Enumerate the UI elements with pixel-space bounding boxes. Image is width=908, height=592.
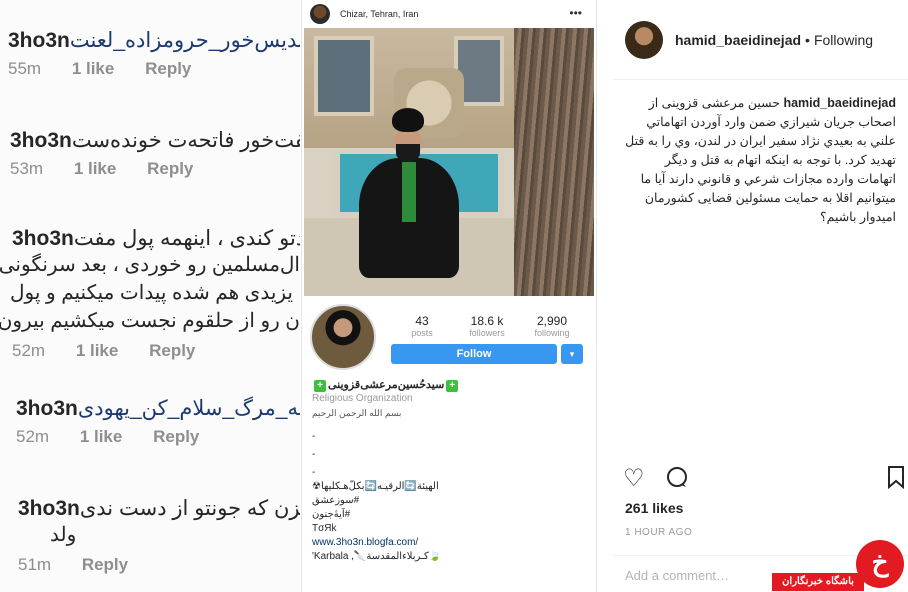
bio-link[interactable]: www.3ho3n.blogfa.com/	[312, 536, 586, 550]
bio-line: #آیهٔ‌جنون	[312, 509, 351, 520]
separator-dot: •	[805, 31, 810, 48]
bio-line: -	[312, 449, 316, 460]
profile-category: Religious Organization	[312, 393, 413, 404]
post-photo[interactable]	[304, 28, 594, 296]
post-sidebar: hamid_baeidinejad • Following hamid_baei…	[613, 0, 908, 592]
post-actions: ♡	[623, 465, 908, 495]
profile-header: 43 posts 18.6 k followers 2,990 followin…	[302, 296, 596, 376]
stat-posts[interactable]: 43 posts	[392, 314, 452, 338]
comment-item: #ندیس‌خور_حرومزاده_لعنت 3ho3n 55m 1 like…	[0, 28, 300, 79]
bio-line: TσЯk	[312, 523, 337, 534]
post-location-bar: Chizar, Tehran, Iran •••	[302, 0, 596, 28]
comment-time: 53m	[10, 159, 44, 178]
comment-item: دتو کندی ، اینهمه پول مفت 3ho3n ال‌مسلمی…	[0, 226, 300, 361]
comment-username[interactable]: 3ho3n	[16, 397, 78, 421]
caption-username[interactable]: hamid_baeidinejad	[783, 96, 896, 110]
comment-text-line: یزیدی هم شده پیدات میکنیم و پول	[10, 282, 293, 304]
comment-item: مفت‌خور فاتحه‌ت خونده‌ست 3ho3n 53m 1 lik…	[0, 128, 300, 179]
comment-username[interactable]: 3ho3n	[18, 497, 80, 521]
comment-username[interactable]: 3ho3n	[8, 29, 70, 53]
location-label[interactable]: Chizar, Tehran, Iran	[340, 9, 418, 19]
reply-button[interactable]: Reply	[153, 427, 199, 446]
comment-text-line: ن رو از حلقوم نجست میکشیم بیرون	[0, 310, 300, 332]
profile-name: +سیدحُسین‌مرعشی‌قزوینی+	[312, 378, 586, 392]
comment-likes[interactable]: 1 like	[72, 59, 115, 78]
comment-time: 52m	[16, 427, 50, 446]
comment-username[interactable]: 3ho3n	[12, 227, 74, 251]
more-horizontal-icon[interactable]: •••	[569, 6, 582, 20]
comment-text: نزن که جونتو از دست ندی	[79, 497, 300, 520]
profile-bio: +سیدحُسین‌مرعشی‌قزوینی+ Religious Organi…	[302, 376, 596, 566]
plus-icon: +	[446, 380, 459, 392]
avatar[interactable]	[310, 4, 330, 24]
comment-text-line: ال‌مسلمین رو خوردی ، بعد سرنگونی	[0, 254, 300, 276]
reply-button[interactable]: Reply	[147, 159, 193, 178]
comment-item: نزن که جونتو از دست ندی 3ho3n ولد 51m Re…	[0, 496, 300, 575]
comment-time: 51m	[18, 555, 52, 574]
comment-username[interactable]: 3ho3n	[10, 129, 72, 153]
follow-button[interactable]: Follow	[391, 344, 557, 364]
comment-time: 55m	[8, 59, 42, 78]
following-button[interactable]: Following	[814, 32, 873, 48]
profile-screenshot: Chizar, Tehran, Iran ••• 43 posts 18.6 k…	[301, 0, 597, 592]
post-timestamp: 1 HOUR AGO	[625, 527, 693, 538]
stat-following[interactable]: 2,990 following	[522, 314, 582, 338]
reply-button[interactable]: Reply	[149, 341, 195, 360]
comment-text: مفت‌خور فاتحه‌ت خونده‌ست	[71, 129, 300, 152]
avatar[interactable]	[625, 20, 663, 59]
plus-icon: +	[314, 380, 326, 392]
profile-avatar[interactable]	[310, 304, 376, 370]
bio-line: الهیئة🔄الرقیـه🔄بکلّ‌هـکلیها☢	[312, 481, 439, 492]
comment-likes[interactable]: 1 like	[76, 341, 119, 360]
comment-time: 52m	[12, 341, 46, 360]
comment-hashtag[interactable]: #به_مرگ_سلام_کن_یهودی	[78, 397, 300, 420]
comments-zoom-panel: #ندیس‌خور_حرومزاده_لعنت 3ho3n 55m 1 like…	[0, 0, 300, 592]
bio-line: #سوزعشق	[312, 495, 360, 506]
bio-line: -	[312, 431, 316, 442]
heart-icon[interactable]: ♡	[623, 465, 645, 493]
photo-person	[354, 108, 464, 278]
caption-text: حسین مرعشی قزوینی از اصحاب جریان شیرازي …	[625, 96, 896, 224]
comment-hashtag[interactable]: #ندیس‌خور_حرومزاده_لعنت	[70, 29, 300, 52]
post-username[interactable]: hamid_baeidinejad	[675, 32, 801, 48]
comment-icon[interactable]	[665, 465, 689, 496]
chevron-down-icon[interactable]: ▾	[561, 344, 583, 364]
comment-text: دتو کندی ، اینهمه پول مفت	[73, 227, 300, 250]
comment-text-line: ولد	[50, 524, 77, 546]
logo-text: باشگاه خبرنگاران	[772, 573, 864, 591]
stat-followers[interactable]: 18.6 k followers	[457, 314, 517, 338]
bio-line: بسم الله الرحمن الرحیم	[312, 408, 402, 418]
post-header: hamid_baeidinejad • Following	[613, 0, 908, 80]
bookmark-icon[interactable]	[887, 465, 905, 496]
post-caption: hamid_baeidinejad حسین مرعشی قزوینی از ا…	[613, 80, 908, 227]
bio-line: -	[312, 467, 316, 478]
reply-button[interactable]: Reply	[145, 59, 191, 78]
bio-line: 'Karbala ,🔪کـربلاء‌المقدسة🍃	[312, 551, 442, 562]
likes-count[interactable]: 261 likes	[625, 500, 683, 516]
watermark-logo: خ باشگاه خبرنگاران	[772, 540, 908, 592]
reply-button[interactable]: Reply	[82, 555, 128, 574]
comment-likes[interactable]: 1 like	[74, 159, 117, 178]
comment-likes[interactable]: 1 like	[80, 427, 123, 446]
comment-item: #به_مرگ_سلام_کن_یهودی 3ho3n 52m 1 like R…	[0, 396, 300, 447]
